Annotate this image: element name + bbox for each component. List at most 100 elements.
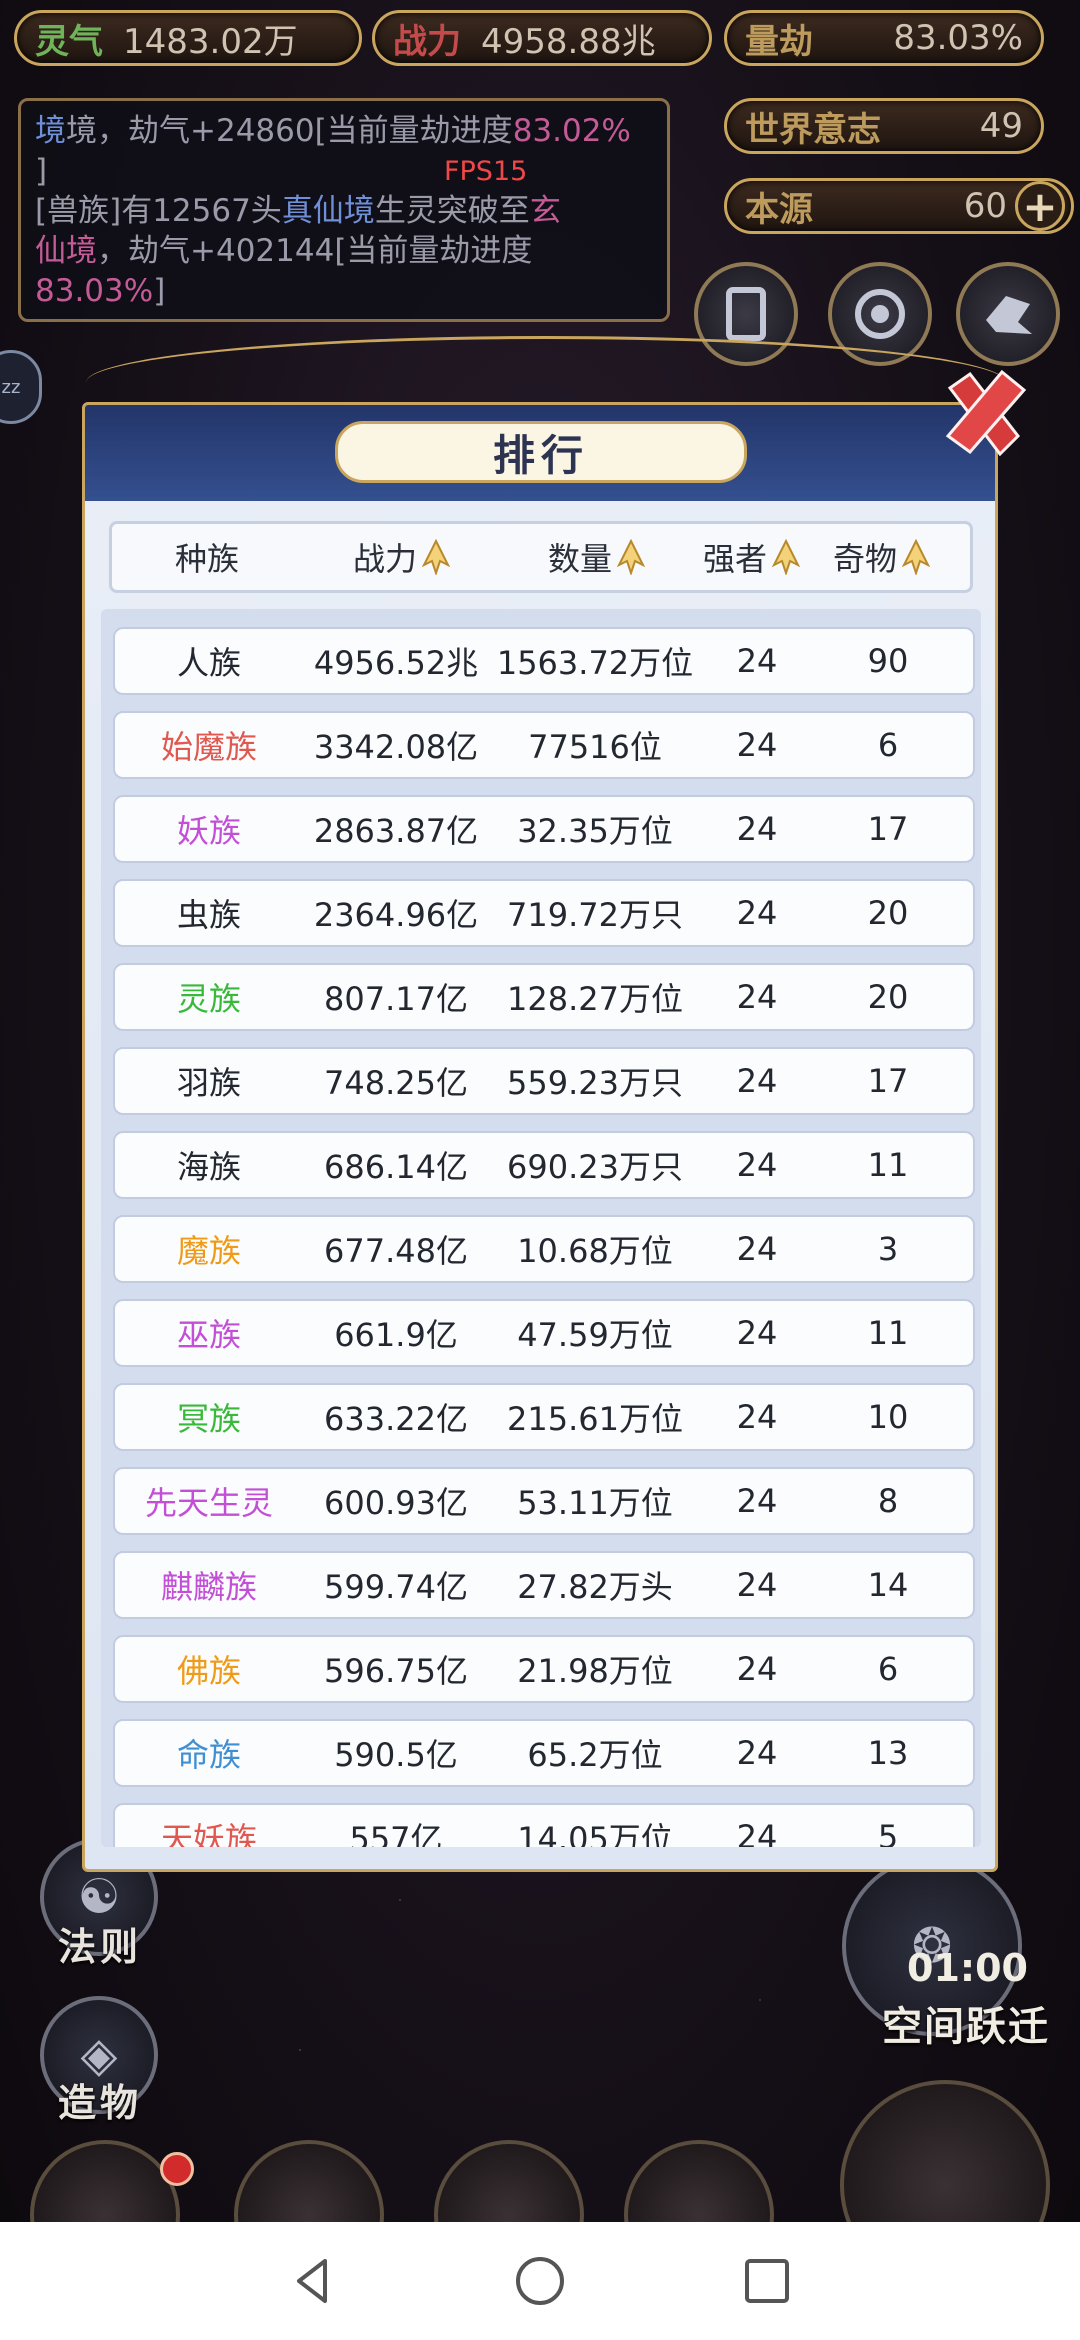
log-line3-realm: 真仙境 xyxy=(281,193,375,229)
power-cell: 4956.52兆 xyxy=(313,644,479,682)
up-arrow-icon xyxy=(901,539,931,575)
table-row[interactable]: 人族 4956.52兆 1563.72万位 24 90 xyxy=(113,627,975,695)
strong-cell: 24 xyxy=(736,1482,778,1520)
card-icon xyxy=(726,287,766,341)
power-cell: 686.14亿 xyxy=(324,1148,468,1186)
race-cell: 冥族 xyxy=(176,1400,241,1438)
world-will-value: 49 xyxy=(979,106,1023,146)
back-icon[interactable] xyxy=(285,2253,341,2309)
plus-icon[interactable]: + xyxy=(1015,181,1065,231)
power-cell: 633.22亿 xyxy=(324,1400,468,1438)
notification-dot xyxy=(160,2152,194,2186)
power-cell: 600.93亿 xyxy=(324,1484,468,1522)
liangjie-label: 量劫 xyxy=(745,21,813,62)
world-will-stat[interactable]: 世界意志 49 xyxy=(724,98,1044,154)
count-cell: 14.05万位 xyxy=(517,1820,673,1847)
treasure-cell: 20 xyxy=(867,978,909,1016)
count-cell: 10.68万位 xyxy=(517,1232,673,1270)
lingqi-stat: 灵气 1483.02万 xyxy=(14,10,362,66)
table-row[interactable]: 妖族 2863.87亿 32.35万位 24 17 xyxy=(113,795,975,863)
liangjie-value: 83.03% xyxy=(893,18,1023,58)
liangjie-stat[interactable]: 量劫 83.03% xyxy=(724,10,1044,66)
table-row[interactable]: 始魔族 3342.08亿 77516位 24 6 xyxy=(113,711,975,779)
race-cell: 巫族 xyxy=(176,1316,241,1354)
race-cell: 始魔族 xyxy=(160,728,257,766)
table-row[interactable]: 虫族 2364.96亿 719.72万只 24 20 xyxy=(113,879,975,947)
table-row[interactable]: 佛族 596.75亿 21.98万位 24 6 xyxy=(113,1635,975,1703)
count-cell: 1563.72万位 xyxy=(496,644,694,682)
header-count[interactable]: 数量 xyxy=(502,534,692,580)
race-cell: 先天生灵 xyxy=(144,1484,273,1522)
table-row[interactable]: 命族 590.5亿 65.2万位 24 13 xyxy=(113,1719,975,1787)
up-arrow-icon xyxy=(421,539,451,575)
power-cell: 2863.87亿 xyxy=(313,812,479,850)
log-line4-b: ，劫气+402144[当前量劫进度 xyxy=(97,233,533,269)
treasure-cell: 90 xyxy=(867,642,909,680)
close-x-icon[interactable] xyxy=(936,366,1032,462)
event-log[interactable]: 境境，劫气+24860[当前量劫进度83.02% ] [兽族]有12567头真仙… xyxy=(18,98,670,322)
table-row[interactable]: 魔族 677.48亿 10.68万位 24 3 xyxy=(113,1215,975,1283)
header-strong[interactable]: 强者 xyxy=(692,534,812,580)
treasure-cell: 8 xyxy=(877,1482,899,1520)
table-row[interactable]: 冥族 633.22亿 215.61万位 24 10 xyxy=(113,1383,975,1451)
table-row[interactable]: 天妖族 557亿 14.05万位 24 5 xyxy=(113,1803,975,1847)
count-cell: 65.2万位 xyxy=(527,1736,663,1774)
header-treasure[interactable]: 奇物 xyxy=(812,534,952,580)
count-cell: 21.98万位 xyxy=(517,1652,673,1690)
table-row[interactable]: 海族 686.14亿 690.23万只 24 11 xyxy=(113,1131,975,1199)
strong-cell: 24 xyxy=(736,1650,778,1688)
race-cell: 命族 xyxy=(176,1736,241,1774)
header-race: 种族 xyxy=(174,540,239,578)
strong-cell: 24 xyxy=(736,810,778,848)
header-power[interactable]: 战力 xyxy=(302,534,502,580)
table-row[interactable]: 灵族 807.17亿 128.27万位 24 20 xyxy=(113,963,975,1031)
table-row[interactable]: 麒麟族 599.74亿 27.82万头 24 14 xyxy=(113,1551,975,1619)
log-line3-a: [兽族]有12567头 xyxy=(35,193,282,229)
ranking-column-header: 种族 战力 数量 强者 奇物 xyxy=(109,521,973,593)
benyuan-stat: 本源 60 + xyxy=(724,178,1074,234)
strong-cell: 24 xyxy=(736,1398,778,1436)
strong-cell: 24 xyxy=(736,1314,778,1352)
power-cell: 677.48亿 xyxy=(324,1232,468,1270)
log-line1-percent: 83.02% xyxy=(512,113,631,149)
strong-cell: 24 xyxy=(736,1230,778,1268)
ranking-list[interactable]: 人族 4956.52兆 1563.72万位 24 90 始魔族 3342.08亿 77516位… xyxy=(101,609,981,1847)
up-arrow-icon xyxy=(616,539,646,575)
zhanli-value: 4958.88兆 xyxy=(481,21,656,62)
count-cell: 559.23万只 xyxy=(507,1064,683,1102)
power-cell: 661.9亿 xyxy=(334,1316,458,1354)
home-icon[interactable] xyxy=(512,2253,568,2309)
system-nav-bar xyxy=(0,2222,1080,2340)
treasure-cell: 11 xyxy=(867,1146,909,1184)
log-line4-realm2b: 仙境 xyxy=(35,233,97,269)
race-cell: 灵族 xyxy=(176,980,241,1018)
power-cell: 3342.08亿 xyxy=(313,728,479,766)
fps-counter: FPS15 xyxy=(444,156,528,187)
creation-label: 造物 xyxy=(58,2081,143,2125)
count-cell: 77516位 xyxy=(528,728,662,766)
count-cell: 47.59万位 xyxy=(517,1316,673,1354)
world-will-label: 世界意志 xyxy=(745,109,881,150)
table-row[interactable]: 先天生灵 600.93亿 53.11万位 24 8 xyxy=(113,1467,975,1535)
race-cell: 虫族 xyxy=(176,896,241,934)
race-cell: 佛族 xyxy=(176,1652,241,1690)
treasure-cell: 20 xyxy=(867,894,909,932)
power-cell: 590.5亿 xyxy=(334,1736,458,1774)
table-row[interactable]: 巫族 661.9亿 47.59万位 24 11 xyxy=(113,1299,975,1367)
count-cell: 215.61万位 xyxy=(507,1400,683,1438)
dragon-button[interactable] xyxy=(956,262,1060,366)
treasure-cell: 10 xyxy=(867,1398,909,1436)
recents-icon[interactable] xyxy=(739,2253,795,2309)
ranking-title: 排行 xyxy=(335,421,747,483)
log-line5-percent: 83.03% xyxy=(35,273,154,309)
vortex-icon xyxy=(855,289,905,339)
table-row[interactable]: 羽族 748.25亿 559.23万只 24 17 xyxy=(113,1047,975,1115)
log-realm: 境 xyxy=(35,113,66,149)
power-cell: 2364.96亿 xyxy=(313,896,479,934)
benyuan-value: 60 xyxy=(963,186,1007,226)
log-line2: ] xyxy=(35,153,48,189)
count-cell: 32.35万位 xyxy=(517,812,673,850)
treasure-cell: 13 xyxy=(867,1734,909,1772)
strong-cell: 24 xyxy=(736,1146,778,1184)
strong-cell: 24 xyxy=(736,726,778,764)
